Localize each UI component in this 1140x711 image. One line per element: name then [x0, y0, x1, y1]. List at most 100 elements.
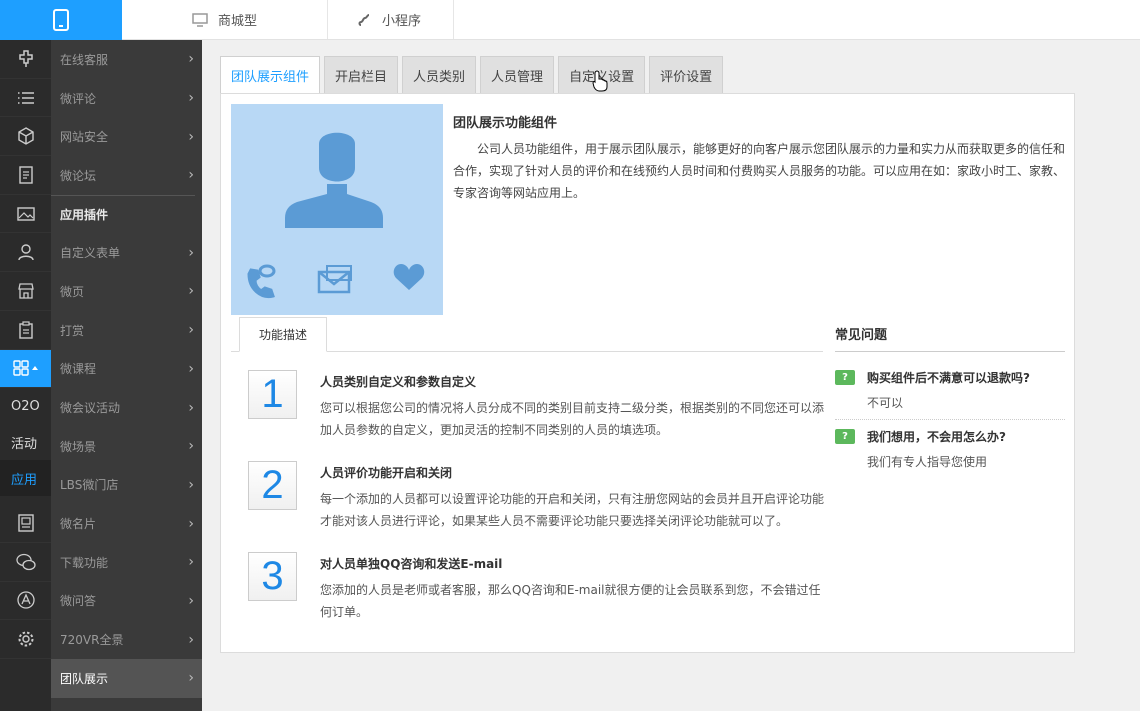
tab-mall-type[interactable]: 商城型	[122, 0, 328, 39]
menu-section-header: 应用插件	[51, 194, 195, 234]
menu-item-label: 微页	[60, 284, 85, 299]
faq-divider	[835, 351, 1065, 352]
menu-item[interactable]: 网站安全 ›	[51, 117, 202, 156]
chevron-right-icon: ›	[188, 399, 194, 416]
icon-rail: O2O 活动 应用	[0, 40, 51, 711]
menu-item-label: 下载功能	[60, 555, 109, 570]
main-content: 团队展示组件 开启栏目 人员类别 人员管理 自定义设置 评价设置 团队展示功能组…	[202, 40, 1140, 711]
menu-item[interactable]: 微课程 ›	[51, 350, 202, 389]
gear-icon[interactable]	[0, 620, 51, 659]
content-panel: 团队展示功能组件 公司人员功能组件，用于展示团队展示，能够更好的向客户展示您团队…	[220, 93, 1075, 653]
tab-open-column[interactable]: 开启栏目	[324, 56, 399, 94]
menu-item-label: 在线客服	[60, 52, 109, 67]
mobile-icon[interactable]	[0, 0, 122, 40]
user-icon[interactable]	[0, 233, 51, 273]
feature-desc: 每一个添加的人员都可以设置评论功能的开启和关闭，只有注册您网站的会员并且开启评论…	[320, 492, 825, 528]
chevron-right-icon: ›	[188, 90, 194, 107]
rail-o2o[interactable]: O2O	[0, 388, 51, 424]
chevron-right-icon: ›	[188, 322, 194, 339]
chevron-right-icon: ›	[188, 515, 194, 532]
feature-item: 2 人员评价功能开启和关闭 每一个添加的人员都可以设置评论功能的开启和关闭，只有…	[248, 461, 825, 536]
faq-item: ? 购买组件后不满意可以退款吗? 不可以	[835, 369, 1065, 411]
tab-feature-description[interactable]: 功能描述	[239, 317, 327, 352]
menu-item[interactable]: 下载功能 ›	[51, 543, 202, 582]
menu-item[interactable]: 打赏 ›	[51, 311, 202, 350]
chevron-right-icon: ›	[188, 670, 194, 687]
menu-item[interactable]: 微评论 ›	[51, 79, 202, 118]
chevron-right-icon: ›	[188, 592, 194, 609]
menu-item-label: 微论坛	[60, 168, 97, 183]
menu-item-team-display[interactable]: 团队展示 ›	[51, 659, 202, 698]
rail-activity[interactable]: 活动	[0, 424, 51, 460]
intro-title: 团队展示功能组件	[453, 116, 558, 131]
menu-item[interactable]: 720VR全景 ›	[51, 620, 202, 659]
menu-item[interactable]: LBS微门店 ›	[51, 466, 202, 505]
tab-review-settings[interactable]: 评价设置	[649, 56, 724, 94]
menu-item[interactable]: 微论坛 ›	[51, 156, 202, 195]
feature-number: 2	[248, 461, 297, 510]
feature-number: 3	[248, 552, 297, 601]
chevron-right-icon: ›	[188, 283, 194, 300]
rail-apps[interactable]: 应用	[0, 460, 51, 497]
store-icon[interactable]	[0, 272, 51, 311]
menu-item[interactable]: 微页 ›	[51, 272, 202, 311]
tab-staff-category[interactable]: 人员类别	[402, 56, 477, 94]
plugin-icon[interactable]	[0, 40, 51, 79]
feature-number: 1	[248, 370, 297, 419]
menu-item[interactable]: 微场景 ›	[51, 427, 202, 466]
chevron-right-icon: ›	[188, 476, 194, 493]
feature-title: 人员评价功能开启和关闭	[320, 466, 453, 480]
menu-item-label: 自定义表单	[60, 246, 121, 261]
list-icon[interactable]	[0, 79, 51, 118]
team-hero-image	[231, 104, 443, 315]
image-icon[interactable]	[0, 195, 51, 234]
menu-item[interactable]: 微问答 ›	[51, 582, 202, 621]
phone-icon	[247, 264, 276, 299]
menu-item-label: 微评论	[60, 91, 97, 106]
tab-bar: 团队展示组件 开启栏目 人员类别 人员管理 自定义设置 评价设置	[220, 56, 727, 94]
menu-item-label: 微名片	[60, 517, 97, 532]
chevron-right-icon: ›	[188, 360, 194, 377]
menu-item[interactable]: 微会议活动 ›	[51, 388, 202, 427]
mini-program-icon	[358, 13, 372, 27]
menu-item-label: 微问答	[60, 594, 97, 609]
report-icon[interactable]	[0, 504, 51, 543]
feature-title: 对人员单独QQ咨询和发送E-mail	[320, 557, 503, 571]
chevron-right-icon: ›	[188, 51, 194, 68]
menu-item-label: 团队展示	[60, 671, 109, 686]
mail-icon	[317, 265, 352, 294]
wechat-icon[interactable]	[0, 543, 51, 582]
tab-label: 商城型	[218, 14, 258, 29]
menu-item[interactable]: 自定义表单 ›	[51, 233, 202, 272]
faq-question: 购买组件后不满意可以退款吗?	[867, 371, 1030, 385]
menu-item-label: 微会议活动	[60, 401, 121, 416]
faq-heading: 常见问题	[835, 328, 888, 343]
tab-label: 小程序	[382, 14, 422, 29]
chevron-right-icon: ›	[188, 128, 194, 145]
feature-item: 3 对人员单独QQ咨询和发送E-mail 您添加的人员是老师或者客服，那么QQ咨…	[248, 552, 823, 627]
tab-team-component[interactable]: 团队展示组件	[220, 56, 321, 94]
monitor-icon	[192, 12, 208, 27]
clipboard-icon[interactable]	[0, 311, 51, 350]
menu-item-label: LBS微门店	[60, 478, 119, 493]
menu-item-label: 720VR全景	[60, 633, 124, 648]
menu-item[interactable]: 在线客服 ›	[51, 40, 202, 79]
faq-question: 我们想用，不会用怎么办?	[867, 430, 1006, 444]
chevron-right-icon: ›	[188, 244, 194, 261]
menu-item[interactable]: 微名片 ›	[51, 504, 202, 543]
cube-icon[interactable]	[0, 117, 51, 157]
tab-mini-program[interactable]: 小程序	[328, 0, 454, 39]
faq-item: ? 我们想用，不会用怎么办? 我们有专人指导您使用	[835, 428, 1065, 470]
hand-cursor-icon	[592, 70, 608, 97]
faq-answer: 我们有专人指导您使用	[867, 455, 988, 469]
apps-grid-icon[interactable]	[0, 349, 51, 389]
menu-item-label: 微场景	[60, 439, 97, 454]
heart-icon	[393, 264, 425, 290]
compass-icon[interactable]	[0, 582, 51, 621]
question-icon: ?	[835, 370, 855, 385]
chevron-right-icon: ›	[188, 438, 194, 455]
question-icon: ?	[835, 429, 855, 444]
tab-staff-management[interactable]: 人员管理	[480, 56, 555, 94]
document-icon[interactable]	[0, 156, 51, 195]
feature-title: 人员类别自定义和参数自定义	[320, 375, 477, 389]
